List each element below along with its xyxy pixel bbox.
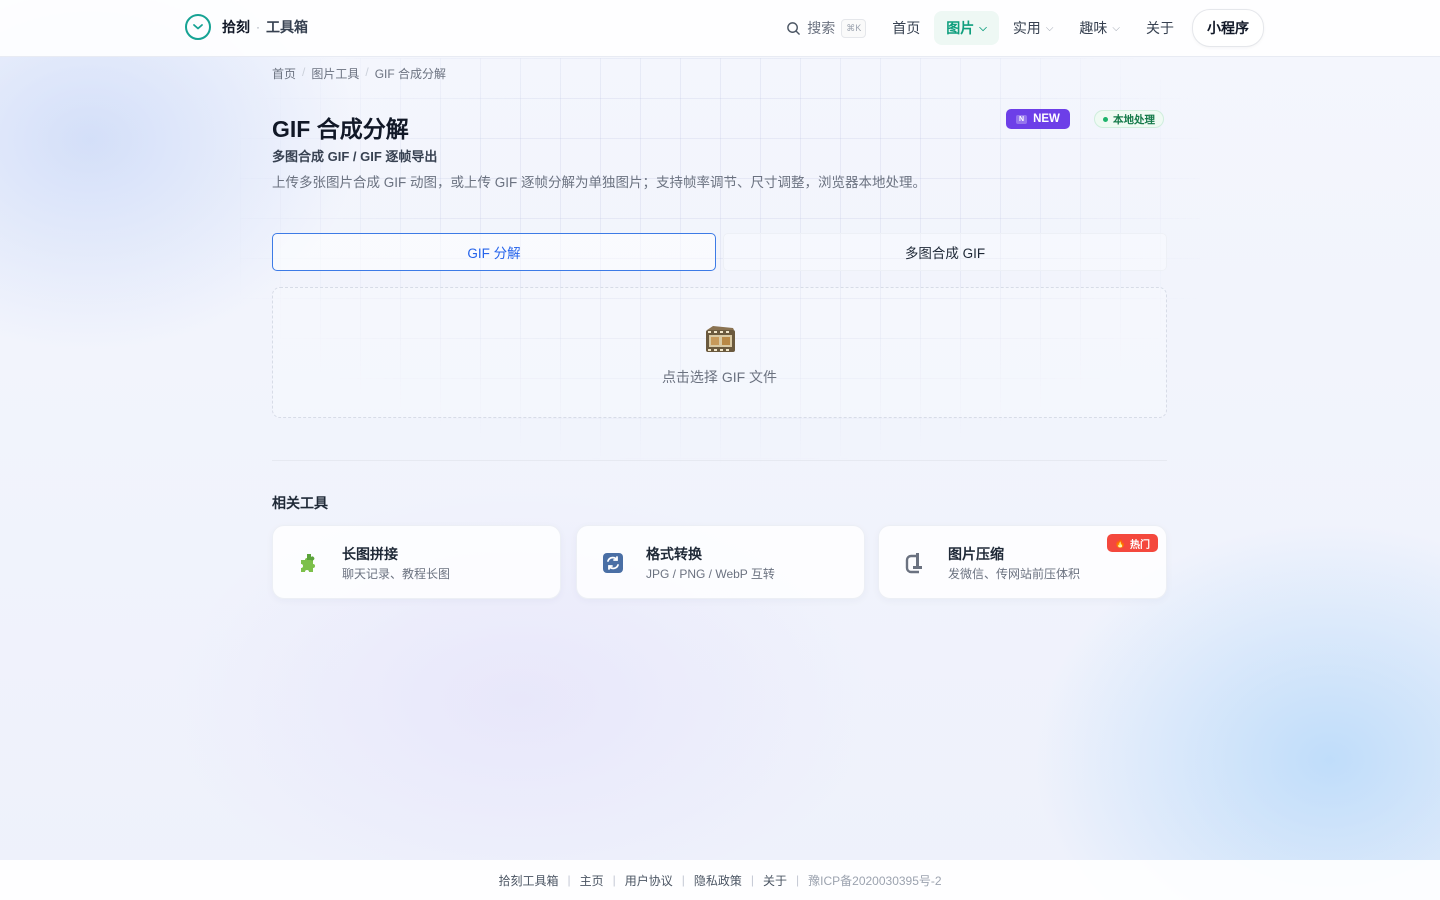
tool-card-name: 长图拼接 [342,546,398,562]
chevron-down-icon: ⌵ [1045,22,1054,34]
logo-separator: · [256,20,260,34]
footer-link-privacy[interactable]: 隐私政策 [694,872,742,889]
page-title: GIF 合成分解 [272,116,409,142]
nav-item-home[interactable]: 首页 [880,11,932,45]
breadcrumb-separator: / [302,65,306,79]
main-nav: 搜索 ⌘K 首页 图片 ⌵ 实用 ⌵ 趣味 ⌵ 关于 小程序 [786,9,1264,47]
breadcrumb-separator: / [365,65,369,79]
hot-badge: 🔥 热门 [1106,534,1158,552]
tool-card-desc: 聊天记录、教程长图 [342,567,451,581]
nav-label: 关于 [1146,20,1174,36]
gif-upload-dropzone[interactable]: 点击选择 GIF 文件 [272,287,1167,418]
tool-card-long-image[interactable]: 长图拼接 聊天记录、教程长图 [272,525,561,599]
nav-item-image[interactable]: 图片 ⌵ [934,11,999,45]
clamp-icon [897,548,933,578]
new-badge: N NEW [1006,109,1070,129]
footer-link-brand[interactable]: 拾刻工具箱 [498,872,558,889]
tool-card-desc: 发微信、传网站前压体积 [948,567,1081,581]
dropzone-text: 点击选择 GIF 文件 [661,369,778,385]
new-badge-mark: N [1016,114,1028,124]
nav-item-practical[interactable]: 实用 ⌵ [1001,11,1066,45]
nav-label: 图片 [946,20,975,36]
search-shortcut: ⌘K [841,18,867,38]
local-processing-badge: 本地处理 [1094,110,1164,128]
breadcrumb-current: GIF 合成分解 [374,67,447,81]
footer-link-home[interactable]: 主页 [580,872,604,889]
nav-label: 趣味 [1079,20,1108,36]
related-tools-title: 相关工具 [272,495,328,511]
nav-item-fun[interactable]: 趣味 ⌵ [1067,11,1132,45]
search-button[interactable]: 搜索 ⌘K [786,18,867,38]
tool-card-name: 格式转换 [646,546,702,562]
logo-subtitle: 工具箱 [266,19,308,35]
puzzle-icon [291,548,327,578]
chevron-down-icon: ⌵ [979,22,987,34]
search-icon [787,21,801,35]
page-description: 上传多张图片合成 GIF 动图，或上传 GIF 逐帧分解为单独图片；支持帧率调节… [272,175,926,190]
tool-card-format-convert[interactable]: 格式转换 JPG / PNG / WebP 互转 [576,525,865,599]
tab-gif-compose[interactable]: 多图合成 GIF [723,233,1167,271]
mini-program-button[interactable]: 小程序 [1192,9,1264,47]
film-icon [706,326,735,352]
footer-separator: | [750,873,754,887]
footer-separator: | [681,873,685,887]
footer-separator: | [612,873,616,887]
tool-card-image-compress[interactable]: 图片压缩 发微信、传网站前压体积 🔥 热门 [878,525,1167,599]
status-dot-icon [1103,116,1108,122]
top-header: 拾刻 · 工具箱 搜索 ⌘K 首页 图片 ⌵ 实用 ⌵ 趣味 ⌵ 关于 小程序 [0,0,1440,57]
tool-card-desc: JPG / PNG / WebP 互转 [646,567,775,581]
section-divider [272,460,1167,461]
footer-link-terms[interactable]: 用户协议 [625,872,673,889]
new-badge-label: NEW [1033,113,1060,125]
nav-item-about[interactable]: 关于 [1134,11,1186,45]
site-logo[interactable]: 拾刻 · 工具箱 [185,14,308,40]
flame-icon: 🔥 [1114,537,1126,548]
page-subtitle: 多图合成 GIF / GIF 逐帧导出 [272,149,438,164]
tab-gif-split[interactable]: GIF 分解 [272,233,716,271]
chevron-down-icon: ⌵ [1112,22,1120,34]
tool-card-name: 图片压缩 [948,546,1004,562]
clock-logo-icon [185,14,211,40]
footer-icp[interactable]: 豫ICP备2020030395号-2 [808,872,941,889]
logo-name: 拾刻 [222,19,250,35]
breadcrumb-image-tools[interactable]: 图片工具 [311,65,359,82]
nav-label: 首页 [892,20,921,36]
search-label: 搜索 [807,20,836,36]
footer-separator: | [567,873,571,887]
hot-badge-label: 热门 [1130,539,1150,551]
breadcrumb-home[interactable]: 首页 [272,65,296,82]
breadcrumb: 首页 / 图片工具 / GIF 合成分解 [272,65,446,82]
local-badge-label: 本地处理 [1113,113,1155,126]
convert-icon [595,548,631,578]
footer-link-about[interactable]: 关于 [763,872,787,889]
nav-label: 实用 [1012,20,1041,36]
footer-separator: | [796,873,800,887]
page-footer: 拾刻工具箱 | 主页 | 用户协议 | 隐私政策 | 关于 | 豫ICP备202… [0,860,1440,900]
